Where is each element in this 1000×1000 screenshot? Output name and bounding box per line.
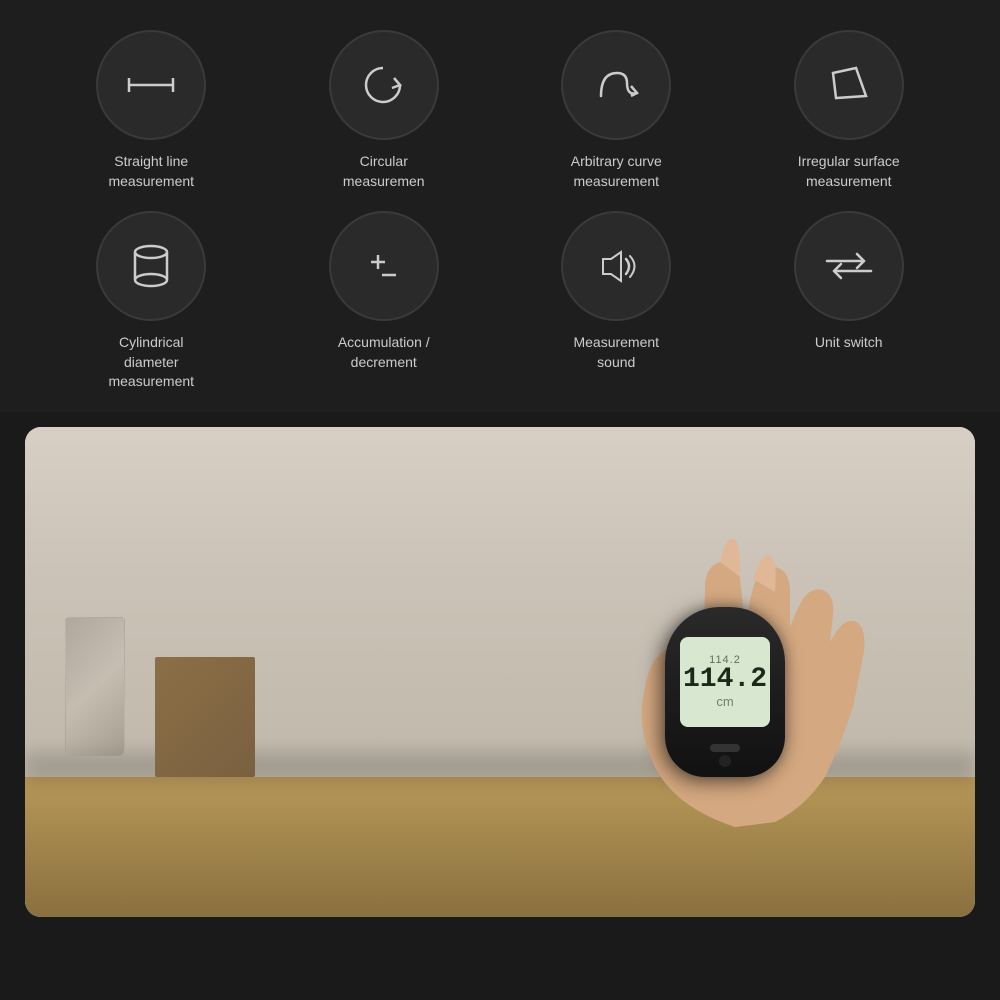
device-screen-unit: cm <box>716 694 733 709</box>
feature-sound: Measurementsound <box>505 211 728 392</box>
device-screen-main-value: 114.2 <box>683 666 767 694</box>
feature-label-straight-line: Straight linemeasurement <box>108 152 194 191</box>
features-grid: Straight linemeasurement Circularmeasure… <box>0 0 1000 412</box>
feature-arbitrary-curve: Arbitrary curvemeasurement <box>505 30 728 191</box>
brown-box <box>155 657 255 777</box>
feature-accumulation: Accumulation /decrement <box>273 211 496 392</box>
sound-icon <box>589 239 644 294</box>
polygon-icon <box>821 58 876 113</box>
feature-label-arbitrary-curve: Arbitrary curvemeasurement <box>571 152 662 191</box>
device-sensor <box>719 755 731 767</box>
circle-sound <box>561 211 671 321</box>
feature-label-accumulation: Accumulation /decrement <box>338 333 430 372</box>
circle-arbitrary-curve <box>561 30 671 140</box>
device-container: 114.2 114.2 cm <box>655 607 795 807</box>
device-screen: 114.2 114.2 cm <box>680 637 770 727</box>
plusminus-icon <box>356 239 411 294</box>
curve-icon <box>589 58 644 113</box>
circle-cylindrical <box>96 211 206 321</box>
circle-circular <box>329 30 439 140</box>
device-button[interactable] <box>710 744 740 752</box>
feature-label-sound: Measurementsound <box>573 333 659 372</box>
circle-unit-switch <box>794 211 904 321</box>
ruler-icon <box>121 65 181 105</box>
photo-background: 114.2 114.2 cm <box>25 427 975 917</box>
feature-label-circular: Circularmeasuremen <box>343 152 425 191</box>
cylinder-icon <box>124 236 179 296</box>
feature-circular: Circularmeasuremen <box>273 30 496 191</box>
circle-irregular-surface <box>794 30 904 140</box>
feature-label-irregular-surface: Irregular surfacemeasurement <box>798 152 900 191</box>
glass-obj <box>65 617 135 777</box>
circular-icon <box>356 58 411 113</box>
photo-section: 114.2 114.2 cm <box>25 427 975 917</box>
feature-irregular-surface: Irregular surfacemeasurement <box>738 30 961 191</box>
feature-cylindrical: Cylindricaldiametermeasurement <box>40 211 263 392</box>
switch-icon <box>819 246 879 286</box>
circle-accumulation <box>329 211 439 321</box>
feature-label-unit-switch: Unit switch <box>815 333 883 353</box>
glass-body <box>65 617 125 757</box>
feature-label-cylindrical: Cylindricaldiametermeasurement <box>108 333 194 392</box>
device-body: 114.2 114.2 cm <box>665 607 785 777</box>
page-container: Straight linemeasurement Circularmeasure… <box>0 0 1000 917</box>
circle-straight-line <box>96 30 206 140</box>
device-screen-top-value: 114.2 <box>709 654 741 666</box>
feature-unit-switch: Unit switch <box>738 211 961 392</box>
feature-straight-line: Straight linemeasurement <box>40 30 263 191</box>
